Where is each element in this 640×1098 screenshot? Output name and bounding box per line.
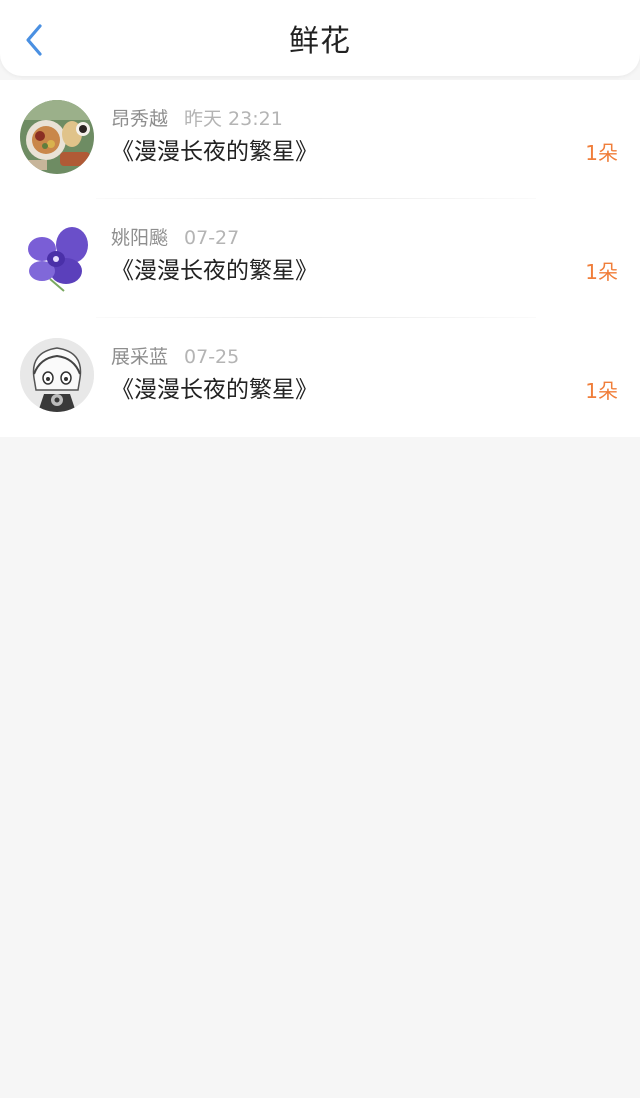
book-title[interactable]: 《漫漫长夜的繁星》: [111, 374, 318, 406]
username: 昂秀越: [111, 108, 169, 130]
list-item[interactable]: 展采蓝 07-25 《漫漫长夜的繁星》 1朵: [0, 318, 640, 437]
page-title: 鲜花: [289, 24, 351, 59]
nav-bar: 鲜花: [0, 0, 640, 76]
purple-orchid-avatar-icon: [20, 219, 94, 293]
record-meta: 展采蓝 07-25: [111, 344, 239, 370]
avatar[interactable]: [20, 100, 94, 174]
flower-count: 1朵: [585, 141, 618, 165]
username: 姚阳飈: [111, 227, 169, 249]
avatar[interactable]: [20, 219, 94, 293]
book-title[interactable]: 《漫漫长夜的繁星》: [111, 136, 318, 168]
list-item[interactable]: 昂秀越 昨天 23:21 《漫漫长夜的繁星》 1朵: [0, 80, 640, 199]
timestamp: 昨天 23:21: [184, 108, 283, 130]
anime-sketch-avatar-icon: [20, 338, 94, 412]
flower-count: 1朵: [585, 379, 618, 403]
record-meta: 姚阳飈 07-27: [111, 225, 239, 251]
flower-count: 1朵: [585, 260, 618, 284]
timestamp: 07-25: [184, 346, 240, 368]
gift-record-list: 昂秀越 昨天 23:21 《漫漫长夜的繁星》 1朵 姚阳飈 07-27 《漫漫长夜的…: [0, 80, 640, 437]
avatar[interactable]: [20, 338, 94, 412]
username: 展采蓝: [111, 346, 169, 368]
food-plate-avatar-icon: [20, 100, 94, 174]
timestamp: 07-27: [184, 227, 240, 249]
list-item[interactable]: 姚阳飈 07-27 《漫漫长夜的繁星》 1朵: [0, 199, 640, 318]
record-meta: 昂秀越 昨天 23:21: [111, 106, 283, 132]
book-title[interactable]: 《漫漫长夜的繁星》: [111, 255, 318, 287]
